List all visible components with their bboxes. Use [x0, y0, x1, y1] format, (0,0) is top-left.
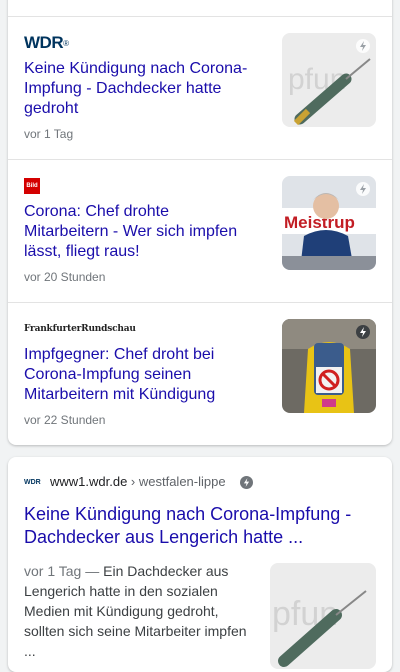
- top-stories-card: WDR ® Keine Kündigung nach Corona-Impfung…: [8, 0, 392, 445]
- search-result-card: WDR www1.wdr.de › westfalen-lippe Keine …: [8, 457, 392, 672]
- news-item[interactable]: FrankfurterRundschau Impfgegner: Chef dr…: [8, 302, 392, 445]
- amp-bolt-icon: [356, 182, 370, 196]
- news-time: vor 22 Stunden: [24, 413, 106, 427]
- man-thumbnail[interactable]: Meistrup: [282, 176, 376, 270]
- news-time: vor 1 Tag: [24, 127, 74, 141]
- syringe-thumbnail[interactable]: pfun: [282, 33, 376, 127]
- result-date: vor 1 Tag —: [24, 563, 100, 579]
- result-snippet: vor 1 Tag — Ein Dachdecker aus Lengerich…: [24, 561, 250, 661]
- registered-mark: ®: [63, 38, 70, 48]
- news-headline[interactable]: Corona: Chef drohte Mitarbeitern - Wer s…: [24, 202, 256, 262]
- news-headline[interactable]: Impfgegner: Chef droht bei Corona-Impfun…: [24, 345, 256, 405]
- wdr-favicon: WDR: [24, 478, 41, 486]
- result-thumbnail[interactable]: pfun: [270, 563, 376, 669]
- news-time: vor 20 Stunden: [24, 270, 106, 284]
- result-breadcrumb: › westfalen-lippe: [127, 474, 226, 489]
- fr-logo-text: FrankfurterRundschau: [24, 324, 136, 334]
- amp-bolt-icon: [356, 325, 370, 339]
- source-logo-bild: Bild: [24, 177, 40, 195]
- news-item[interactable]: WDR ® Keine Kündigung nach Corona-Impfung…: [8, 16, 392, 159]
- source-logo-frankfurter-rundschau: FrankfurterRundschau: [24, 320, 136, 338]
- news-headline[interactable]: Keine Kündigung nach Corona-Impfung - Da…: [24, 59, 256, 119]
- wdr-logo-text: WDR: [24, 33, 64, 52]
- news-item[interactable]: Bild Corona: Chef drohte Mitarbeitern - …: [8, 159, 392, 302]
- bild-logo: Bild: [24, 178, 40, 194]
- result-title-link[interactable]: Keine Kündigung nach Corona-Impfung - Da…: [24, 503, 376, 549]
- syringe-image: pfun: [270, 563, 376, 669]
- result-url: www1.wdr.de: [50, 474, 128, 489]
- amp-bolt-icon: [239, 475, 253, 489]
- result-source[interactable]: WDR www1.wdr.de › westfalen-lippe: [24, 473, 253, 491]
- protester-thumbnail[interactable]: [282, 319, 376, 413]
- source-logo-wdr: WDR ®: [24, 33, 70, 52]
- amp-bolt-icon: [356, 39, 370, 53]
